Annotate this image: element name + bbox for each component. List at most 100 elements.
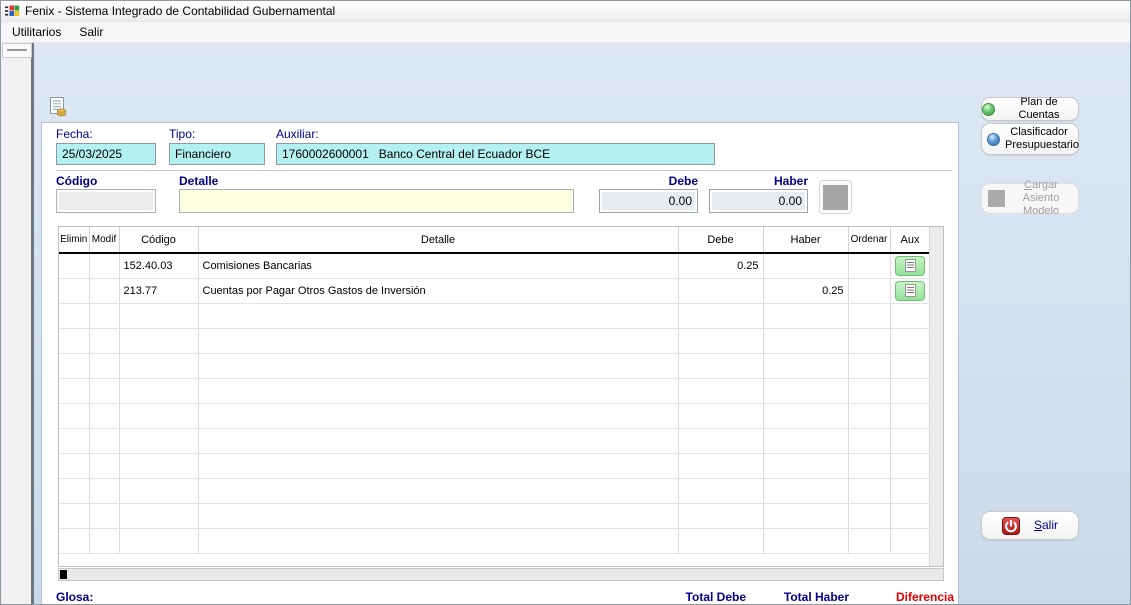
- cell-empty: [119, 528, 199, 554]
- cell-empty: [848, 478, 891, 504]
- haber-input[interactable]: 0.00: [709, 189, 808, 213]
- cell-empty: [198, 503, 679, 529]
- plan-de-cuentas-button[interactable]: Plan de Cuentas: [981, 95, 1079, 121]
- cell-empty: [848, 353, 891, 379]
- cell-haber: [763, 253, 849, 279]
- cell-empty: [890, 528, 931, 554]
- cargar-asiento-label: Cargar Asiento Modelo: [1022, 178, 1060, 218]
- note-icon: [904, 259, 916, 273]
- cell-empty: [763, 328, 849, 354]
- cell-empty: [89, 328, 120, 354]
- cell-empty: [678, 378, 764, 404]
- salir-button[interactable]: Salir: [981, 511, 1079, 540]
- cell-empty: [678, 303, 764, 329]
- cell-empty: [89, 403, 120, 429]
- detalle-input[interactable]: [179, 189, 574, 213]
- journal-entry-icon[interactable]: [47, 96, 69, 118]
- cell-empty: [59, 428, 90, 454]
- cell-empty: [763, 303, 849, 329]
- cell-empty: [59, 403, 90, 429]
- fecha-field[interactable]: 25/03/2025: [56, 143, 156, 165]
- cell-empty: [848, 403, 891, 429]
- cell-empty: [890, 353, 931, 379]
- cell-empty: [848, 378, 891, 404]
- cell-empty: [198, 328, 679, 354]
- aux-detail-button[interactable]: [895, 255, 925, 276]
- clasificador-presupuestario-button[interactable]: Clasificador Presupuestario: [981, 123, 1079, 155]
- codigo-input[interactable]: [56, 189, 156, 213]
- menu-salir[interactable]: Salir: [70, 23, 112, 41]
- window-title: Fenix - Sistema Integrado de Contabilida…: [25, 4, 336, 18]
- cell-elimin[interactable]: [59, 278, 90, 304]
- cell-empty: [119, 353, 199, 379]
- table-row-empty[interactable]: [59, 353, 931, 379]
- cell-empty: [763, 403, 849, 429]
- cell-empty: [678, 428, 764, 454]
- grid-header-row: Elimin Modif Código Detalle Debe Haber O…: [59, 227, 931, 254]
- app-icon: [5, 5, 20, 16]
- cell-empty: [678, 353, 764, 379]
- table-row-empty[interactable]: [59, 478, 931, 504]
- cell-empty: [59, 453, 90, 479]
- tipo-field[interactable]: Financiero: [169, 143, 265, 165]
- cell-detalle: Comisiones Bancarias: [198, 253, 679, 279]
- panel-collapse-handle[interactable]: [2, 43, 32, 58]
- cell-empty: [89, 503, 120, 529]
- gray-square-icon: [988, 190, 1005, 207]
- cell-empty: [59, 303, 90, 329]
- auxiliar-field[interactable]: 1760002600001 Banco Central del Ecuador …: [276, 143, 715, 165]
- cell-elimin[interactable]: [59, 253, 90, 279]
- table-row-empty[interactable]: [59, 453, 931, 479]
- add-entry-button[interactable]: [819, 180, 852, 214]
- scrollbar-thumb[interactable]: [60, 570, 67, 579]
- cell-empty: [198, 528, 679, 554]
- header-debe: Debe: [678, 227, 764, 254]
- debe-input[interactable]: 0.00: [599, 189, 698, 213]
- table-row-empty[interactable]: [59, 403, 931, 429]
- cell-empty: [59, 528, 90, 554]
- cell-modif[interactable]: [89, 253, 120, 279]
- cell-empty: [890, 478, 931, 504]
- cell-ordenar: [848, 278, 891, 304]
- header-elimin: Elimin: [59, 227, 90, 254]
- auxiliar-label: Auxiliar:: [276, 127, 319, 141]
- cell-empty: [848, 453, 891, 479]
- cell-empty: [890, 428, 931, 454]
- table-row-empty[interactable]: [59, 303, 931, 329]
- table-row[interactable]: 152.40.03 Comisiones Bancarias 0.25: [59, 253, 931, 279]
- entry-form-panel: Fecha: Tipo: Auxiliar: 25/03/2025 Financ…: [41, 122, 959, 604]
- cell-empty: [848, 503, 891, 529]
- cell-codigo: 213.77: [119, 278, 199, 304]
- table-row-empty[interactable]: [59, 328, 931, 354]
- table-row-empty[interactable]: [59, 528, 931, 554]
- cell-empty: [198, 403, 679, 429]
- cell-empty: [89, 478, 120, 504]
- note-icon: [904, 284, 916, 297]
- header-modif: Modif: [89, 227, 120, 254]
- header-detalle: Detalle: [198, 227, 679, 254]
- cell-empty: [763, 378, 849, 404]
- cell-empty: [678, 403, 764, 429]
- aux-detail-button[interactable]: [895, 280, 925, 301]
- cell-empty: [119, 378, 199, 404]
- menu-utilitarios[interactable]: Utilitarios: [3, 23, 70, 41]
- table-row-empty[interactable]: [59, 428, 931, 454]
- table-row[interactable]: 213.77 Cuentas por Pagar Otros Gastos de…: [59, 278, 931, 304]
- table-row-empty[interactable]: [59, 378, 931, 404]
- cell-empty: [890, 378, 931, 404]
- plan-de-cuentas-label: Plan de Cuentas: [1018, 95, 1060, 121]
- left-panel: [1, 43, 34, 604]
- grid-horizontal-scrollbar[interactable]: [58, 568, 944, 581]
- grid-vertical-scrollbar[interactable]: [929, 227, 943, 566]
- cargar-asiento-modelo-button[interactable]: Cargar Asiento Modelo: [981, 179, 1079, 217]
- fecha-label: Fecha:: [56, 127, 93, 141]
- cell-empty: [59, 503, 90, 529]
- header-codigo: Código: [119, 227, 199, 254]
- cell-empty: [763, 528, 849, 554]
- table-row-empty[interactable]: [59, 503, 931, 529]
- cell-modif[interactable]: [89, 278, 120, 304]
- cell-codigo: 152.40.03: [119, 253, 199, 279]
- cell-empty: [59, 353, 90, 379]
- cell-empty: [198, 378, 679, 404]
- cell-empty: [678, 528, 764, 554]
